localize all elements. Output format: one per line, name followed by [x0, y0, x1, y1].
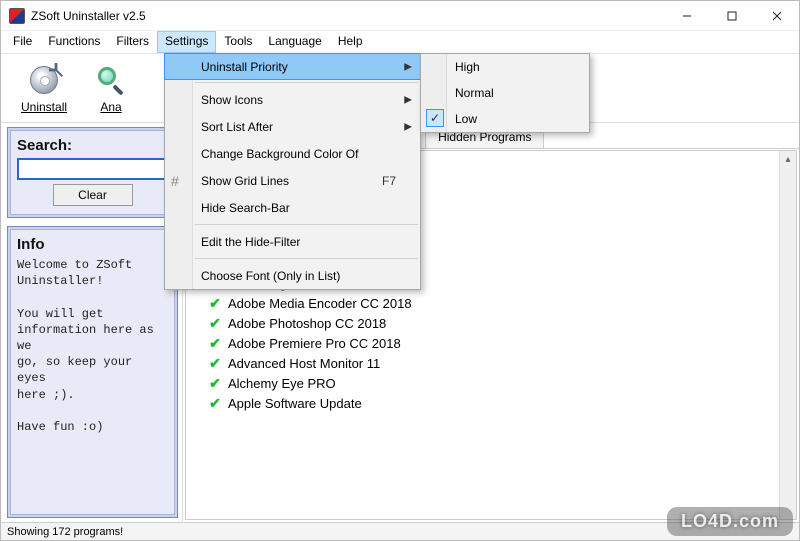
menu-choose-font[interactable]: Choose Font (Only in List) [165, 262, 420, 289]
app-icon [9, 8, 25, 24]
priority-low[interactable]: ✓ Low [421, 106, 589, 132]
list-item[interactable]: ✔Adobe Premiere Pro CC 2018 [208, 333, 776, 353]
titlebar: ZSoft Uninstaller v2.5 [1, 1, 799, 31]
menu-filters[interactable]: Filters [108, 31, 157, 53]
toolbar-analyze[interactable]: Ana [93, 62, 129, 114]
minimize-button[interactable] [664, 2, 709, 30]
grid-icon: # [171, 173, 179, 189]
menubar: File Functions Filters Settings Tools La… [1, 31, 799, 53]
menu-show-icons[interactable]: Show Icons ▶ [165, 86, 420, 113]
menu-help[interactable]: Help [330, 31, 371, 53]
window-title: ZSoft Uninstaller v2.5 [31, 9, 146, 23]
toolbar-uninstall-label: Uninstall [21, 100, 67, 114]
menu-file[interactable]: File [5, 31, 40, 53]
check-icon: ✔ [208, 395, 222, 412]
left-column: Search: Clear Info Welcome to ZSoft Unin… [1, 123, 183, 522]
watermark: LO4D.com [667, 507, 793, 536]
list-item[interactable]: ✔Alchemy Eye PRO [208, 373, 776, 393]
check-icon: ✔ [208, 375, 222, 392]
info-body: Welcome to ZSoft Uninstaller! You will g… [17, 257, 168, 435]
list-item[interactable]: ✔Adobe Media Encoder CC 2018 [208, 293, 776, 313]
info-panel: Info Welcome to ZSoft Uninstaller! You w… [7, 226, 178, 518]
info-title: Info [17, 236, 168, 253]
menu-tools[interactable]: Tools [216, 31, 260, 53]
chevron-right-icon: ▶ [404, 61, 412, 72]
list-item[interactable]: ✔Adobe Photoshop CC 2018 [208, 313, 776, 333]
disc-uninstall-icon [26, 62, 62, 98]
status-text: Showing 172 programs! [7, 526, 123, 538]
checkmark-icon: ✓ [426, 109, 444, 127]
vertical-scrollbar[interactable] [779, 151, 796, 519]
chevron-right-icon: ▶ [404, 94, 412, 105]
menu-settings[interactable]: Settings [157, 31, 216, 53]
menu-language[interactable]: Language [260, 31, 329, 53]
list-item[interactable]: ✔Advanced Host Monitor 11 [208, 353, 776, 373]
check-icon: ✔ [208, 315, 222, 332]
scroll-up-icon[interactable] [780, 151, 796, 168]
check-icon: ✔ [208, 335, 222, 352]
toolbar-uninstall[interactable]: Uninstall [21, 62, 67, 114]
menu-uninstall-priority[interactable]: Uninstall Priority ▶ [164, 53, 421, 80]
search-panel: Search: Clear [7, 127, 178, 218]
menu-hide-search-bar[interactable]: Hide Search-Bar [165, 194, 420, 221]
priority-high[interactable]: High [421, 54, 589, 80]
settings-dropdown: Uninstall Priority ▶ Show Icons ▶ Sort L… [164, 53, 421, 290]
priority-submenu: High Normal ✓ Low [420, 53, 590, 133]
chevron-right-icon: ▶ [404, 121, 412, 132]
search-title: Search: [17, 137, 168, 154]
menu-change-bg[interactable]: Change Background Color Of [165, 140, 420, 167]
list-item[interactable]: ✔Apple Software Update [208, 393, 776, 413]
maximize-button[interactable] [709, 2, 754, 30]
menu-show-grid-lines[interactable]: # Show Grid Lines F7 [165, 167, 420, 194]
check-icon: ✔ [208, 355, 222, 372]
close-button[interactable] [754, 2, 799, 30]
magnifier-icon [93, 62, 129, 98]
clear-button[interactable]: Clear [53, 184, 133, 206]
check-icon: ✔ [208, 295, 222, 312]
toolbar-analyze-label: Ana [100, 100, 121, 114]
priority-normal[interactable]: Normal [421, 80, 589, 106]
menu-functions[interactable]: Functions [40, 31, 108, 53]
menu-edit-hide-filter[interactable]: Edit the Hide-Filter [165, 228, 420, 255]
search-input[interactable] [17, 158, 168, 180]
menu-sort-list-after[interactable]: Sort List After ▶ [165, 113, 420, 140]
shortcut-label: F7 [382, 174, 396, 188]
